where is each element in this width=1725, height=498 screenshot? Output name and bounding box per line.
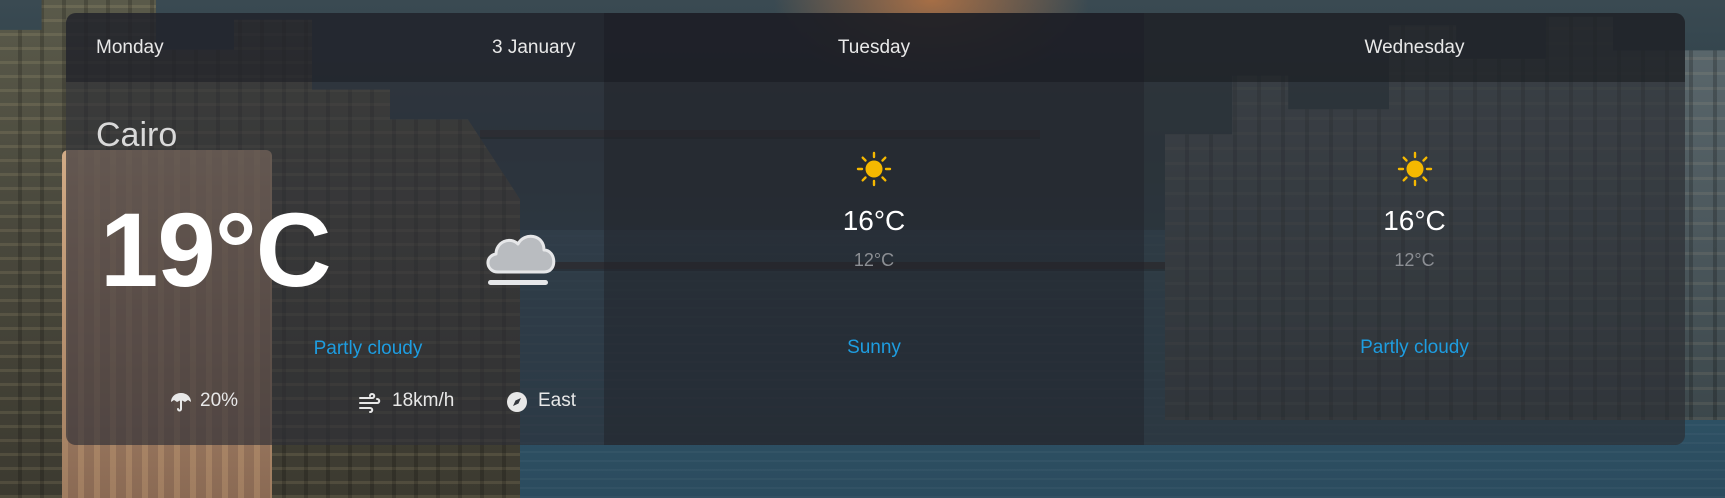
forecast-header: Wednesday bbox=[1144, 13, 1685, 82]
forecast-min-temp: 12°C bbox=[1394, 250, 1435, 270]
umbrella-icon bbox=[171, 393, 191, 412]
today-header: Monday 3 January bbox=[66, 13, 604, 82]
wind-direction-value: East bbox=[538, 390, 577, 411]
cloud-fog-icon bbox=[486, 234, 556, 285]
forecast-max-temp: 16°C bbox=[842, 205, 906, 236]
wind-icon bbox=[359, 392, 381, 413]
forecast-max-temp: 16°C bbox=[1383, 205, 1446, 236]
current-temperature: 19°C bbox=[100, 192, 332, 309]
forecast-condition: Partly cloudy bbox=[1360, 337, 1469, 358]
wind-speed-value: 18km/h bbox=[392, 390, 455, 411]
forecast-day-1: Tuesday 16°C 12°C Sunny bbox=[604, 13, 1144, 445]
compass-icon bbox=[507, 392, 527, 412]
today-date: 3 January bbox=[492, 37, 576, 58]
sun-icon bbox=[856, 151, 892, 187]
weather-page: Monday 3 January Cairo 19°C Partly cloud… bbox=[0, 0, 1725, 498]
forecast-day-name: Tuesday bbox=[837, 37, 911, 58]
sun-icon bbox=[1397, 151, 1432, 187]
weather-card: Monday 3 January Cairo 19°C Partly cloud… bbox=[66, 13, 1685, 445]
forecast-condition: Sunny bbox=[847, 337, 901, 358]
rain-chance-value: 20% bbox=[200, 390, 239, 411]
forecast-header: Tuesday bbox=[604, 13, 1144, 82]
city-name: Cairo bbox=[96, 116, 178, 154]
today-day: Monday bbox=[96, 37, 164, 58]
forecast-day-2: Wednesday 16°C 12°C Partly cloudy bbox=[1144, 13, 1685, 445]
forecast-min-temp: 12°C bbox=[853, 250, 895, 270]
today-condition: Partly cloudy bbox=[313, 338, 423, 359]
today-panel: Monday 3 January Cairo 19°C Partly cloud… bbox=[66, 13, 604, 445]
forecast-day-name: Wednesday bbox=[1364, 37, 1465, 58]
